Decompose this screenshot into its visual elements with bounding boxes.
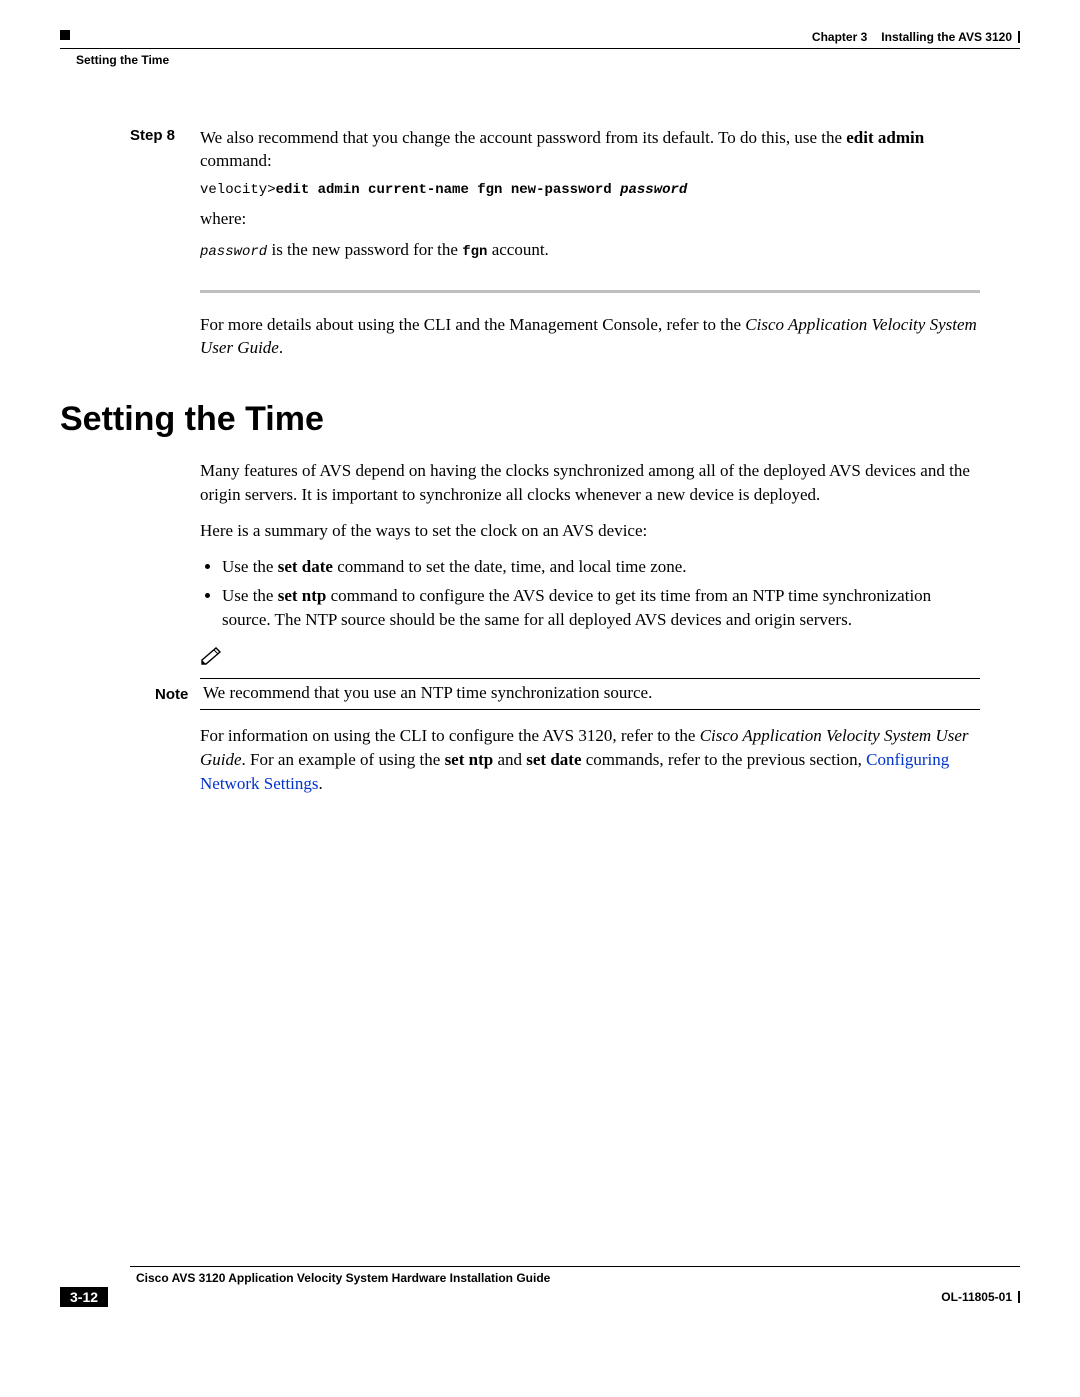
intro-para: Many features of AVS depend on having th… xyxy=(200,459,980,507)
page-footer: Cisco AVS 3120 Application Velocity Syst… xyxy=(60,1266,1020,1307)
doc-id: OL-11805-01 xyxy=(941,1290,1012,1304)
list-item: Use the set ntp command to configure the… xyxy=(222,584,980,632)
header-bar-right xyxy=(1018,31,1020,43)
bullet-list: Use the set date command to set the date… xyxy=(200,555,980,632)
note-text: We recommend that you use an NTP time sy… xyxy=(203,683,980,703)
chapter-title: Installing the AVS 3120 xyxy=(881,30,1012,44)
header-rule xyxy=(60,48,1020,49)
pencil-icon xyxy=(200,646,980,670)
more-info-para: For more details about using the CLI and… xyxy=(200,313,980,361)
footer-bar-right xyxy=(1018,1291,1020,1303)
password-desc: password is the new password for the fgn… xyxy=(200,239,980,262)
heading-setting-time: Setting the Time xyxy=(60,400,980,439)
note-rule-bottom xyxy=(200,709,980,710)
step-text: We also recommend that you change the ac… xyxy=(200,127,980,173)
where-label: where: xyxy=(200,208,980,231)
list-item: Use the set date command to set the date… xyxy=(222,555,980,579)
section-label: Setting the Time xyxy=(76,53,1020,67)
note-label: Note xyxy=(155,686,197,703)
chapter-label: Chapter 3 xyxy=(812,30,867,44)
note-rule-top xyxy=(200,678,980,679)
section-divider xyxy=(200,290,980,293)
note-block: Note We recommend that you use an NTP ti… xyxy=(155,646,980,710)
code-line: velocity>edit admin current-name fgn new… xyxy=(200,181,980,200)
step-label: Step 8 xyxy=(130,127,190,144)
footer-rule xyxy=(130,1266,1020,1267)
page-number: 3-12 xyxy=(60,1287,108,1307)
closing-para: For information on using the CLI to conf… xyxy=(200,724,980,795)
chapter-header: Chapter 3 Installing the AVS 3120 xyxy=(812,30,1020,44)
footer-doc-title: Cisco AVS 3120 Application Velocity Syst… xyxy=(136,1271,1020,1285)
summary-para: Here is a summary of the ways to set the… xyxy=(200,519,980,543)
header-marker-left xyxy=(60,30,70,40)
